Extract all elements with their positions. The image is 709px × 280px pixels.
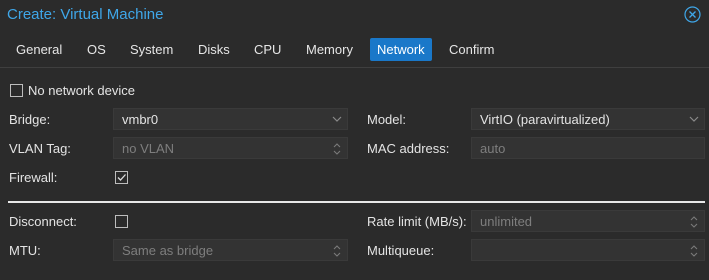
model-value: VirtIO (paravirtualized): [480, 112, 610, 127]
bridge-select[interactable]: vmbr0: [113, 108, 348, 130]
vlan-tag-label: VLAN Tag:: [9, 141, 71, 156]
tab-network[interactable]: Network: [370, 38, 432, 61]
rate-limit-label: Rate limit (MB/s):: [367, 214, 467, 229]
tab-system[interactable]: System: [123, 38, 180, 61]
spinner-icon[interactable]: [332, 142, 342, 159]
mtu-placeholder: Same as bridge: [122, 243, 214, 258]
model-label: Model:: [367, 112, 407, 127]
no-network-device-label: No network device: [28, 83, 135, 98]
firewall-label: Firewall:: [9, 170, 58, 185]
multiqueue-field[interactable]: [471, 239, 705, 261]
mac-address-placeholder: auto: [480, 141, 506, 156]
vlan-tag-placeholder: no VLAN: [122, 141, 175, 156]
close-icon[interactable]: [684, 6, 701, 23]
tab-confirm[interactable]: Confirm: [442, 38, 502, 61]
mac-address-field[interactable]: auto: [471, 137, 705, 159]
window-titlebar: Create: Virtual Machine: [0, 0, 709, 30]
disconnect-checkbox[interactable]: [115, 215, 128, 228]
rate-limit-placeholder: unlimited: [480, 214, 533, 229]
tab-memory[interactable]: Memory: [299, 38, 360, 61]
vlan-tag-field[interactable]: no VLAN: [113, 137, 348, 159]
window-title: Create: Virtual Machine: [7, 6, 164, 23]
chevron-down-icon[interactable]: [332, 113, 342, 128]
tab-divider: [0, 67, 709, 68]
tab-general[interactable]: General: [9, 38, 69, 61]
multiqueue-label: Multiqueue:: [367, 243, 435, 258]
mtu-field[interactable]: Same as bridge: [113, 239, 348, 261]
bridge-label: Bridge:: [9, 112, 51, 127]
mtu-label: MTU:: [9, 243, 41, 258]
tab-bar: General OS System Disks CPU Memory Netwo…: [0, 36, 709, 64]
disconnect-label: Disconnect:: [9, 214, 77, 229]
tab-os[interactable]: OS: [80, 38, 113, 61]
rate-limit-field[interactable]: unlimited: [471, 210, 705, 232]
tab-disks[interactable]: Disks: [191, 38, 237, 61]
spinner-icon[interactable]: [689, 215, 699, 232]
tab-cpu[interactable]: CPU: [247, 38, 288, 61]
mac-address-label: MAC address:: [367, 141, 450, 156]
spinner-icon[interactable]: [689, 244, 699, 261]
advanced-separator: [8, 201, 705, 203]
no-network-device-checkbox[interactable]: [10, 84, 23, 97]
firewall-checkbox[interactable]: [115, 171, 128, 184]
model-select[interactable]: VirtIO (paravirtualized): [471, 108, 705, 130]
spinner-icon[interactable]: [332, 244, 342, 261]
chevron-down-icon[interactable]: [689, 113, 699, 128]
bridge-value: vmbr0: [122, 112, 159, 127]
checkmark-icon: [117, 174, 126, 181]
